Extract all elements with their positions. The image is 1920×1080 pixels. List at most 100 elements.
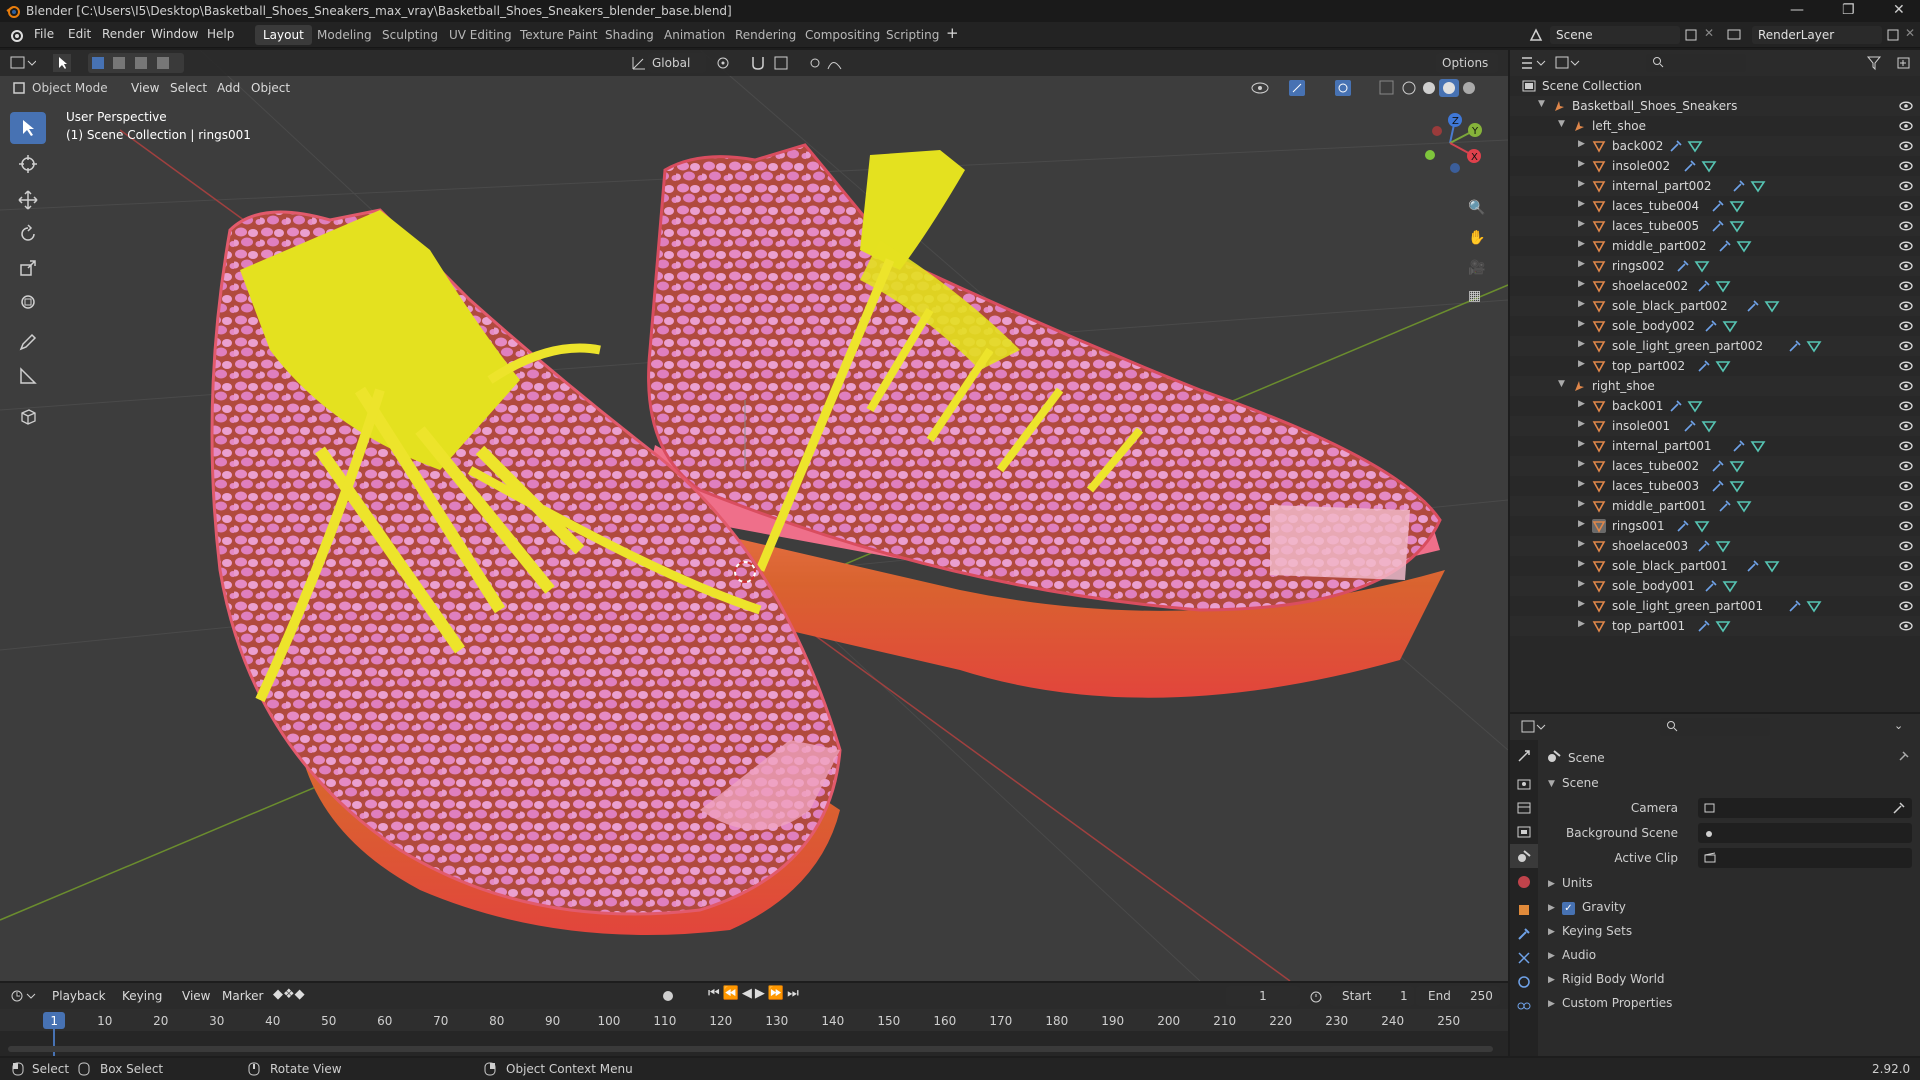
modifier-and-mesh-data-icon[interactable] (1676, 519, 1712, 533)
properties-search-input[interactable] (1660, 718, 1770, 736)
subpanel-audio[interactable]: Audio (1562, 948, 1596, 962)
visibility-eye-icon[interactable] (1899, 200, 1913, 212)
subpanel-expand-arrow-icon[interactable]: ▶ (1548, 879, 1555, 889)
physics-tab-icon[interactable] (1516, 974, 1532, 990)
modifier-and-mesh-data-icon[interactable] (1718, 499, 1754, 513)
timeline-editor-type-icon[interactable] (10, 988, 36, 1004)
modifier-and-mesh-data-icon[interactable] (1697, 279, 1733, 293)
new-view-layer-icon[interactable] (1886, 28, 1900, 42)
delete-scene-icon[interactable]: ✕ (1704, 26, 1714, 40)
tab-rendering[interactable]: Rendering (727, 25, 804, 45)
outliner-object-row[interactable]: ▶ insole002 (1510, 156, 1920, 176)
timeline-scrollbar[interactable] (8, 1046, 1493, 1052)
3d-viewport[interactable]: User Perspective (1) Scene Collection | … (0, 50, 1508, 981)
collapse-arrow-icon[interactable]: ▼ (1558, 379, 1565, 389)
outliner-object-row[interactable]: ▶ top_part001 (1510, 616, 1920, 636)
tab-sculpting[interactable]: Sculpting (374, 25, 446, 45)
modifier-and-mesh-data-icon[interactable] (1788, 599, 1824, 613)
outliner-root-row[interactable]: Scene Collection (1510, 76, 1920, 96)
playback-controls-icon[interactable]: ⏮⏪◀▶⏩⏭ (708, 986, 802, 1001)
expand-arrow-icon[interactable]: ▶ (1578, 219, 1585, 229)
modifier-and-mesh-data-icon[interactable] (1746, 299, 1782, 313)
outliner-group-row[interactable]: ▼ right_shoe (1510, 376, 1920, 396)
view-layer-tab-icon[interactable] (1516, 824, 1532, 840)
modifier-and-mesh-data-icon[interactable] (1683, 419, 1719, 433)
outliner-object-row[interactable]: ▶ middle_part001 (1510, 496, 1920, 516)
outliner-object-row[interactable]: ▶ laces_tube004 (1510, 196, 1920, 216)
viewport-menu-add[interactable]: Add (217, 81, 240, 95)
modifier-and-mesh-data-icon[interactable] (1711, 199, 1747, 213)
visibility-eye-icon[interactable] (1899, 160, 1913, 172)
outliner-object-row[interactable]: ▶ laces_tube005 (1510, 216, 1920, 236)
outliner-object-row[interactable]: ▶ sole_black_part001 (1510, 556, 1920, 576)
outliner-object-row[interactable]: ▶ sole_body001 (1510, 576, 1920, 596)
expand-arrow-icon[interactable]: ▶ (1578, 419, 1585, 429)
outliner-object-row[interactable]: ▶ back001 (1510, 396, 1920, 416)
view-layer-selector[interactable]: RenderLayer (1752, 26, 1882, 44)
modifier-and-mesh-data-icon[interactable] (1697, 539, 1733, 553)
output-tab-icon[interactable] (1516, 800, 1532, 816)
visibility-eye-icon[interactable] (1899, 540, 1913, 552)
collapse-arrow-icon[interactable]: ▼ (1558, 119, 1565, 129)
expand-arrow-icon[interactable]: ▶ (1578, 359, 1585, 369)
scene-icon[interactable] (1528, 27, 1544, 43)
visibility-eye-icon[interactable] (1899, 400, 1913, 412)
add-cube-tool[interactable] (10, 400, 46, 432)
expand-arrow-icon[interactable]: ▶ (1578, 339, 1585, 349)
pin-icon[interactable] (1896, 750, 1910, 764)
subpanel-keying-sets[interactable]: Keying Sets (1562, 924, 1632, 938)
subpanel-units[interactable]: Units (1562, 876, 1593, 890)
outliner-object-row[interactable]: ▶ sole_black_part002 (1510, 296, 1920, 316)
timeline-menu-marker[interactable]: Marker (222, 989, 263, 1003)
expand-arrow-icon[interactable]: ▶ (1578, 319, 1585, 329)
expand-arrow-icon[interactable]: ▶ (1578, 559, 1585, 569)
expand-arrow-icon[interactable]: ▶ (1578, 599, 1585, 609)
outliner-object-row[interactable]: ▶ top_part002 (1510, 356, 1920, 376)
modifier-and-mesh-data-icon[interactable] (1711, 219, 1747, 233)
record-icon[interactable] (660, 988, 676, 1004)
expand-arrow-icon[interactable]: ▶ (1578, 459, 1585, 469)
visibility-eye-icon[interactable] (1899, 560, 1913, 572)
tab-layout[interactable]: Layout (255, 25, 312, 45)
expand-arrow-icon[interactable]: ▶ (1578, 519, 1585, 529)
object-mode-dropdown[interactable]: Object Mode (28, 78, 118, 98)
modifier-tab-icon[interactable] (1516, 926, 1532, 942)
stopwatch-icon[interactable] (1308, 988, 1324, 1004)
expand-arrow-icon[interactable]: ▶ (1578, 399, 1585, 409)
object-tab-icon[interactable] (1516, 902, 1532, 918)
outliner-object-row[interactable]: ▶ rings002 (1510, 256, 1920, 276)
viewport-menu-select[interactable]: Select (170, 81, 207, 95)
current-frame-field[interactable]: 1 (1226, 986, 1300, 1006)
subpanel-custom-properties[interactable]: Custom Properties (1562, 996, 1672, 1010)
modifier-and-mesh-data-icon[interactable] (1697, 619, 1733, 633)
tool-tab-icon[interactable] (1516, 748, 1532, 764)
visibility-eye-icon[interactable] (1899, 220, 1913, 232)
subpanel-gravity[interactable]: Gravity (1582, 900, 1626, 914)
expand-arrow-icon[interactable]: ▶ (1578, 179, 1585, 189)
subpanel-expand-arrow-icon[interactable]: ▶ (1548, 975, 1555, 985)
menu-file[interactable]: File (34, 27, 54, 41)
tab-scripting[interactable]: Scripting (878, 25, 947, 45)
world-tab-icon[interactable] (1516, 874, 1532, 890)
background-scene-field[interactable] (1698, 823, 1912, 843)
outliner-object-row[interactable]: ▶ internal_part001 (1510, 436, 1920, 456)
tab-animation[interactable]: Animation (656, 25, 733, 45)
timeline-menu-playback[interactable]: Playback (52, 989, 106, 1003)
close-icon[interactable]: ✕ (1893, 2, 1905, 18)
visibility-eye-icon[interactable] (1899, 240, 1913, 252)
subpanel-expand-arrow-icon[interactable]: ▶ (1548, 951, 1555, 961)
visibility-eye-icon[interactable] (1899, 100, 1913, 112)
add-workspace-icon[interactable]: + (946, 24, 959, 42)
modifier-and-mesh-data-icon[interactable] (1718, 239, 1754, 253)
display-mode-icon[interactable] (1554, 55, 1580, 71)
menu-window[interactable]: Window (151, 27, 198, 41)
expand-arrow-icon[interactable]: ▶ (1578, 159, 1585, 169)
camera-view-icon[interactable]: 🎥 (1468, 260, 1485, 276)
visibility-eye-icon[interactable] (1899, 500, 1913, 512)
outliner-coll-row[interactable]: ▼ Basketball_Shoes_Sneakers (1510, 96, 1920, 116)
visibility-eye-icon[interactable] (1899, 480, 1913, 492)
rotate-tool[interactable] (10, 218, 46, 250)
select-box-tool[interactable] (10, 112, 46, 144)
expand-arrow-icon[interactable]: ▶ (1578, 439, 1585, 449)
visibility-eye-icon[interactable] (1899, 380, 1913, 392)
